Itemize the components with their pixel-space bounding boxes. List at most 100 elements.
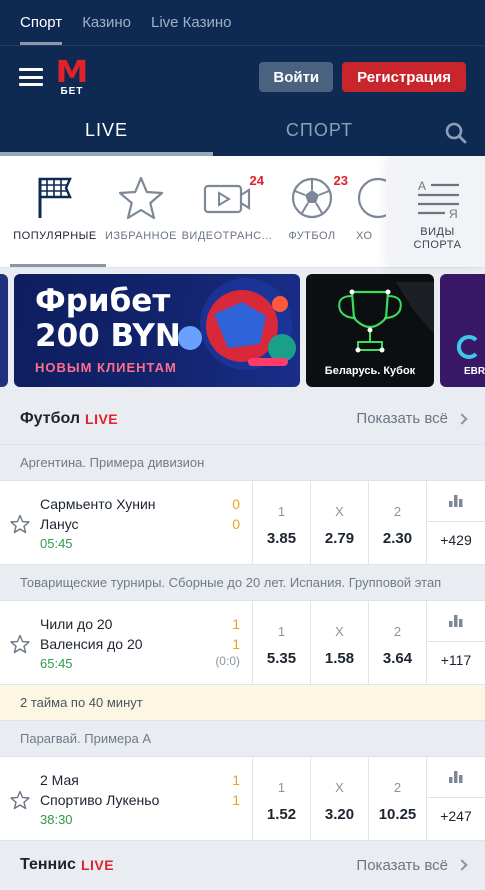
odd-value: 2.30 [382,530,413,547]
more-markets-button[interactable]: +117 [427,601,485,684]
odd-key: 2 [393,780,402,795]
login-button[interactable]: Войти [259,62,334,92]
live-count-badge: 24 [249,173,264,188]
az-letter-ya: Я [449,207,458,218]
team-away: Валенсия до 20 [40,636,143,652]
sport-football[interactable]: 23 ФУТБОЛ [270,156,354,267]
more-markets-count: +429 [440,532,472,548]
product-tabs: Спорт Казино Live Казино [0,0,485,46]
section-title: Футбол [20,409,81,427]
odd-key: 1 [277,624,286,639]
tennis-section-header[interactable]: Теннис LIVE Показать всё [0,841,485,889]
sport-types-button[interactable]: А Я ВИДЫ СПОРТА [390,156,485,267]
match-note: 2 тайма по 40 минут [0,685,485,721]
sport-popular[interactable]: ПОПУЛЯРНЫЕ [0,156,106,267]
odd-value: 3.64 [382,650,413,667]
match-time: 38:30 [40,812,73,827]
favorite-star-icon[interactable] [0,481,40,564]
promo-banners: Фрибет 200 BYN НОВЫМ КЛИЕНТАМ Беларусь. … [0,268,485,393]
stats-icon[interactable] [427,492,485,522]
live-count-badge: 23 [333,173,348,188]
section-title: Теннис [20,856,76,873]
football-section-header[interactable]: Футбол LIVE Показать всё [0,393,485,445]
stats-icon[interactable] [427,768,485,798]
match-time: 05:45 [40,536,73,551]
tab-live[interactable]: LIVE [0,108,213,156]
search-icon[interactable] [445,122,467,144]
soccer-ball-icon [291,177,333,219]
tab-sport[interactable]: Спорт [20,14,72,45]
odd-value: 2.79 [324,530,355,547]
team-home: Сармьенто Хунин [40,496,156,512]
sport-types-label: ВИДЫ СПОРТА [414,226,462,252]
more-markets-button[interactable]: +247 [427,757,485,840]
odd-value: 1.58 [324,650,355,667]
odd-value: 1.52 [266,806,297,823]
sport-hockey[interactable]: ХО [354,156,394,267]
score-home: 0 [232,496,240,512]
match-teams[interactable]: Чили до 20 Валенсия до 20 65:45 1 1 (0:0… [40,601,253,684]
odd-button-x[interactable]: X 2.79 [311,481,369,564]
show-all-link[interactable]: Показать всё [356,410,448,427]
banner-ebr[interactable]: EBR [440,274,485,387]
hockey-icon [357,177,386,219]
odd-key: 2 [393,504,402,519]
odd-button-1[interactable]: 1 3.85 [253,481,311,564]
sport-label: ИЗБРАННОЕ [105,230,177,242]
team-away: Ланус [40,516,79,532]
register-button[interactable]: Регистрация [342,62,466,92]
tab-sport-line[interactable]: СПОРТ [213,108,426,156]
logo[interactable]: M БЕТ [56,57,89,97]
odd-button-x[interactable]: X 3.20 [311,757,369,840]
score-away: 0 [232,516,240,532]
odd-value: 10.25 [378,806,417,823]
match-row[interactable]: 2 Мая Спортиво Лукеньо 38:30 1 1 1 1.52 X… [0,757,485,841]
video-icon [203,184,251,214]
favorite-star-icon[interactable] [0,601,40,684]
stats-icon[interactable] [427,612,485,642]
odd-key: X [335,504,344,519]
az-letter-a: А [418,179,426,193]
tab-live-casino[interactable]: Live Казино [141,14,241,45]
sport-video[interactable]: 24 ВИДЕОТРАНС... [181,156,273,267]
match-teams[interactable]: 2 Мая Спортиво Лукеньо 38:30 1 1 [40,757,253,840]
banner-cup[interactable]: Беларусь. Кубок [306,274,434,387]
score-home: 1 [232,616,240,632]
odd-value: 5.35 [266,650,297,667]
more-markets-button[interactable]: +429 [427,481,485,564]
sport-label: ФУТБОЛ [288,230,336,242]
score-away: 1 [232,792,240,808]
score-home: 1 [232,772,240,788]
show-all-link[interactable]: Показать всё [356,857,448,874]
match-teams[interactable]: Сармьенто Хунин Ланус 05:45 0 0 [40,481,253,564]
sport-label: ВИДЕОТРАНС... [181,230,273,242]
menu-icon[interactable] [19,68,43,86]
match-row[interactable]: Сармьенто Хунин Ланус 05:45 0 0 1 3.85 X2… [0,481,485,565]
team-home: Чили до 20 [40,616,113,632]
match-row[interactable]: Чили до 20 Валенсия до 20 65:45 1 1 (0:0… [0,601,485,685]
league-header[interactable]: Товарищеские турниры. Сборные до 20 лет.… [0,565,485,601]
odd-key: 1 [277,504,286,519]
odd-button-1[interactable]: 1 5.35 [253,601,311,684]
odd-key: 2 [393,624,402,639]
league-header[interactable]: Аргентина. Примера дивизион [0,445,485,481]
banner-prev[interactable] [0,274,8,387]
chevron-right-icon [456,859,468,871]
odd-button-1[interactable]: 1 1.52 [253,757,311,840]
odd-button-2[interactable]: 2 3.64 [369,601,427,684]
tab-casino[interactable]: Казино [72,14,141,45]
banner-title: Фрибет [35,283,171,319]
odd-button-x[interactable]: X 1.58 [311,601,369,684]
league-header[interactable]: Парагвай. Примера А [0,721,485,757]
sport-favorites[interactable]: ИЗБРАННОЕ [98,156,184,267]
team-home: 2 Мая [40,772,79,788]
favorite-star-icon[interactable] [0,757,40,840]
odd-button-2[interactable]: 2 10.25 [369,757,427,840]
score-away: 1 [232,636,240,652]
sport-types-line1: ВИДЫ [420,226,455,238]
odd-button-2[interactable]: 2 2.30 [369,481,427,564]
odd-value: 3.85 [266,530,297,547]
banner-ebr-caption: EBR [464,366,485,377]
banner-subtitle: НОВЫМ КЛИЕНТАМ [35,360,177,375]
banner-freebet[interactable]: Фрибет 200 BYN НОВЫМ КЛИЕНТАМ [14,274,300,387]
